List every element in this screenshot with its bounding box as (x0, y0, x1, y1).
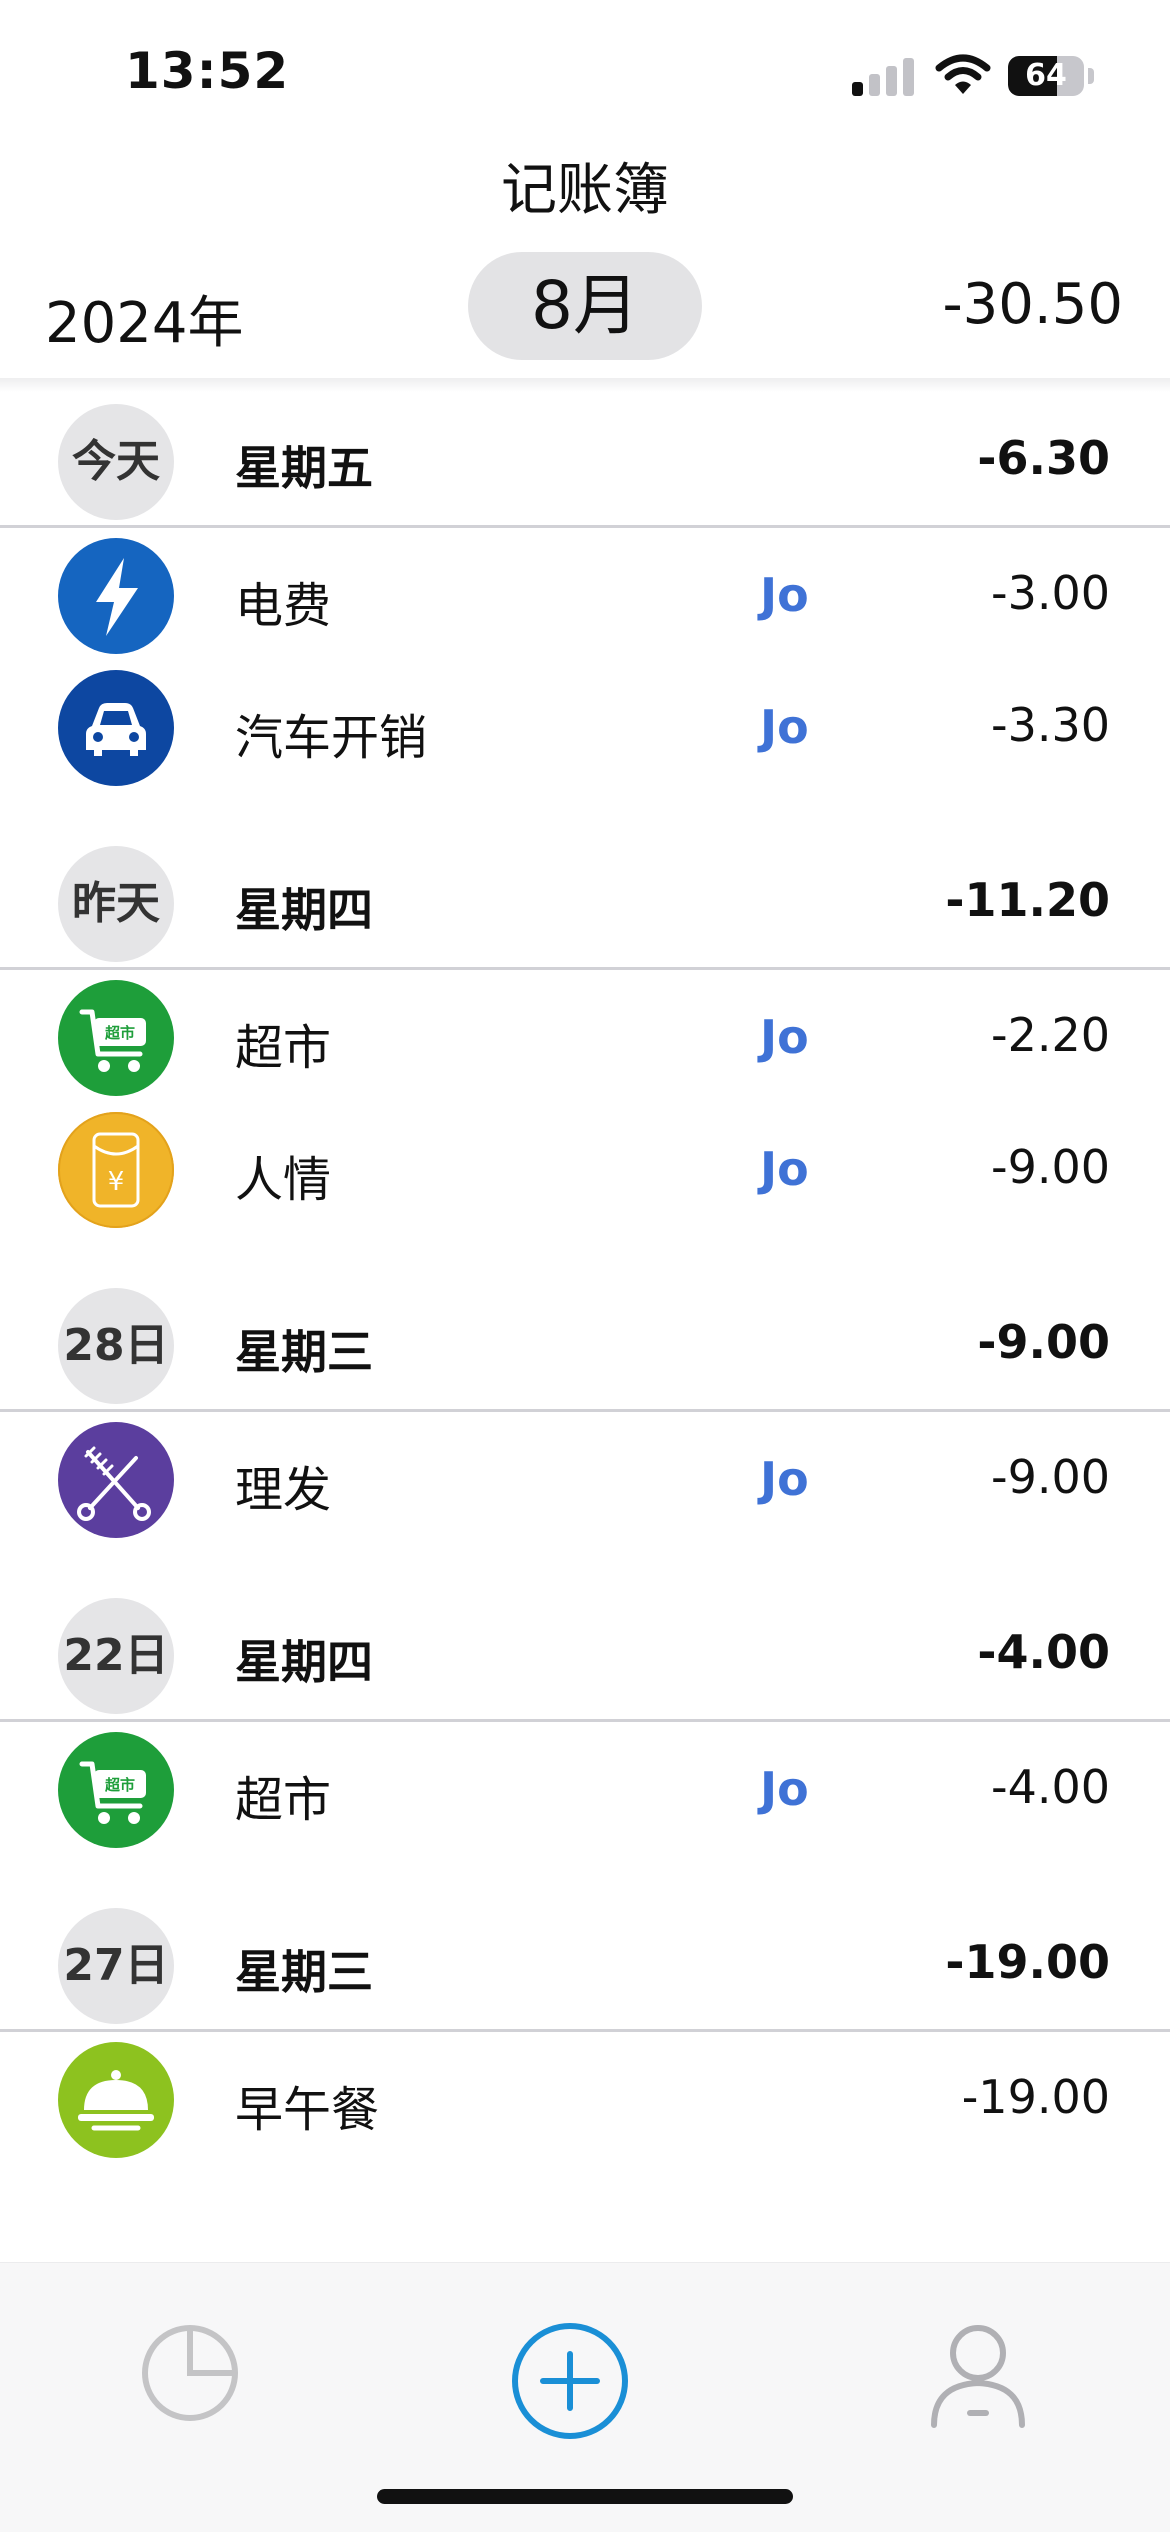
pie-chart-icon[interactable] (138, 2321, 242, 2425)
transaction-amount: -3.00 (990, 566, 1110, 620)
category-label: 早午餐 (235, 2082, 380, 2138)
weekday-label: 星期四 (235, 1635, 373, 1689)
car-icon (58, 670, 174, 786)
transaction-amount: -9.00 (990, 1140, 1110, 1194)
category-label: 人情 (235, 1152, 332, 1208)
year-selector[interactable]: 2024年 (45, 278, 244, 359)
transaction-row[interactable]: 理发 Jo -9.00 (0, 1412, 1170, 1544)
cellular-signal-icon (852, 56, 914, 96)
red-envelope-icon: ¥ (58, 1112, 174, 1228)
transaction-amount: -19.00 (961, 2070, 1110, 2124)
transaction-amount: -2.20 (990, 1008, 1110, 1062)
user-tag: Jo (760, 1142, 809, 1196)
category-label: 超市 (235, 1772, 332, 1828)
icon-text: 超市 (104, 1024, 135, 1042)
icon-text: ¥ (108, 1167, 125, 1197)
day-total: -6.30 (977, 431, 1110, 485)
transaction-amount: -4.00 (990, 1760, 1110, 1814)
page-title: 记账簿 (501, 158, 669, 223)
day-group: 22日 星期四 -4.00 超市 超市 Jo -4.00 (0, 1544, 1170, 1854)
user-tag: Jo (760, 568, 809, 622)
battery-tip (1088, 68, 1094, 84)
month-total: -30.50 (942, 272, 1123, 337)
status-time: 13:52 (125, 42, 290, 100)
user-tag: Jo (760, 1010, 809, 1064)
category-label: 汽车开销 (235, 710, 428, 766)
weekday-label: 星期三 (235, 1325, 373, 1379)
shopping-cart-icon: 超市 (58, 980, 174, 1096)
lightning-icon (58, 538, 174, 654)
weekday-label: 星期五 (235, 441, 373, 495)
transaction-amount: -3.30 (990, 698, 1110, 752)
transaction-row[interactable]: 电费 Jo -3.00 (0, 528, 1170, 660)
transaction-row[interactable]: 超市 超市 Jo -2.20 (0, 970, 1170, 1102)
day-header: 27日 星期三 -19.00 (0, 1899, 1170, 2032)
day-badge: 昨天 (58, 846, 174, 962)
icon-text: 超市 (104, 1776, 135, 1794)
transaction-list[interactable]: 今天 星期五 -6.30 电费 Jo -3.00 汽车开销 Jo -3.30 昨… (0, 395, 1170, 2164)
day-badge: 28日 (58, 1288, 174, 1404)
food-cloche-icon (58, 2042, 174, 2158)
day-group: 27日 星期三 -19.00 早午餐 -19.00 (0, 1854, 1170, 2164)
header-divider (0, 378, 1170, 392)
day-badge: 今天 (58, 404, 174, 520)
day-total: -9.00 (977, 1315, 1110, 1369)
weekday-label: 星期四 (235, 883, 373, 937)
user-icon[interactable] (928, 2321, 1028, 2431)
app-screen: 13:52 64 记账簿 2024年 8月 -30.50 今天 星期五 -6.3… (0, 0, 1170, 2532)
home-indicator (377, 2489, 793, 2504)
weekday-label: 星期三 (235, 1945, 373, 1999)
day-total: -19.00 (945, 1935, 1110, 1989)
battery-percent: 64 (1025, 58, 1067, 93)
category-label: 电费 (235, 578, 332, 634)
user-tag: Jo (760, 1762, 809, 1816)
day-header: 昨天 星期四 -11.20 (0, 837, 1170, 970)
day-header: 28日 星期三 -9.00 (0, 1279, 1170, 1412)
day-group: 今天 星期五 -6.30 电费 Jo -3.00 汽车开销 Jo -3.30 (0, 395, 1170, 792)
transaction-row[interactable]: 超市 超市 Jo -4.00 (0, 1722, 1170, 1854)
wifi-icon (935, 54, 991, 94)
transaction-row[interactable]: ¥ 人情 Jo -9.00 (0, 1102, 1170, 1234)
shopping-cart-icon: 超市 (58, 1732, 174, 1848)
day-total: -11.20 (945, 873, 1110, 927)
day-group: 昨天 星期四 -11.20 超市 超市 Jo -2.20 ¥ 人情 Jo -9.… (0, 792, 1170, 1234)
day-badge: 27日 (58, 1908, 174, 2024)
battery-icon: 64 (1008, 56, 1084, 96)
scissors-comb-icon (58, 1422, 174, 1538)
day-total: -4.00 (977, 1625, 1110, 1679)
user-tag: Jo (760, 700, 809, 754)
status-bar: 13:52 64 (0, 0, 1170, 130)
day-badge: 22日 (58, 1598, 174, 1714)
transaction-amount: -9.00 (990, 1450, 1110, 1504)
transaction-row[interactable]: 汽车开销 Jo -3.30 (0, 660, 1170, 792)
month-selector[interactable]: 8月 (468, 252, 702, 360)
transaction-row[interactable]: 早午餐 -19.00 (0, 2032, 1170, 2164)
add-circle-icon[interactable] (510, 2321, 630, 2441)
user-tag: Jo (760, 1452, 809, 1506)
day-header: 今天 星期五 -6.30 (0, 395, 1170, 528)
day-header: 22日 星期四 -4.00 (0, 1589, 1170, 1722)
category-label: 超市 (235, 1020, 332, 1076)
category-label: 理发 (235, 1462, 332, 1518)
day-group: 28日 星期三 -9.00 理发 Jo -9.00 (0, 1234, 1170, 1544)
